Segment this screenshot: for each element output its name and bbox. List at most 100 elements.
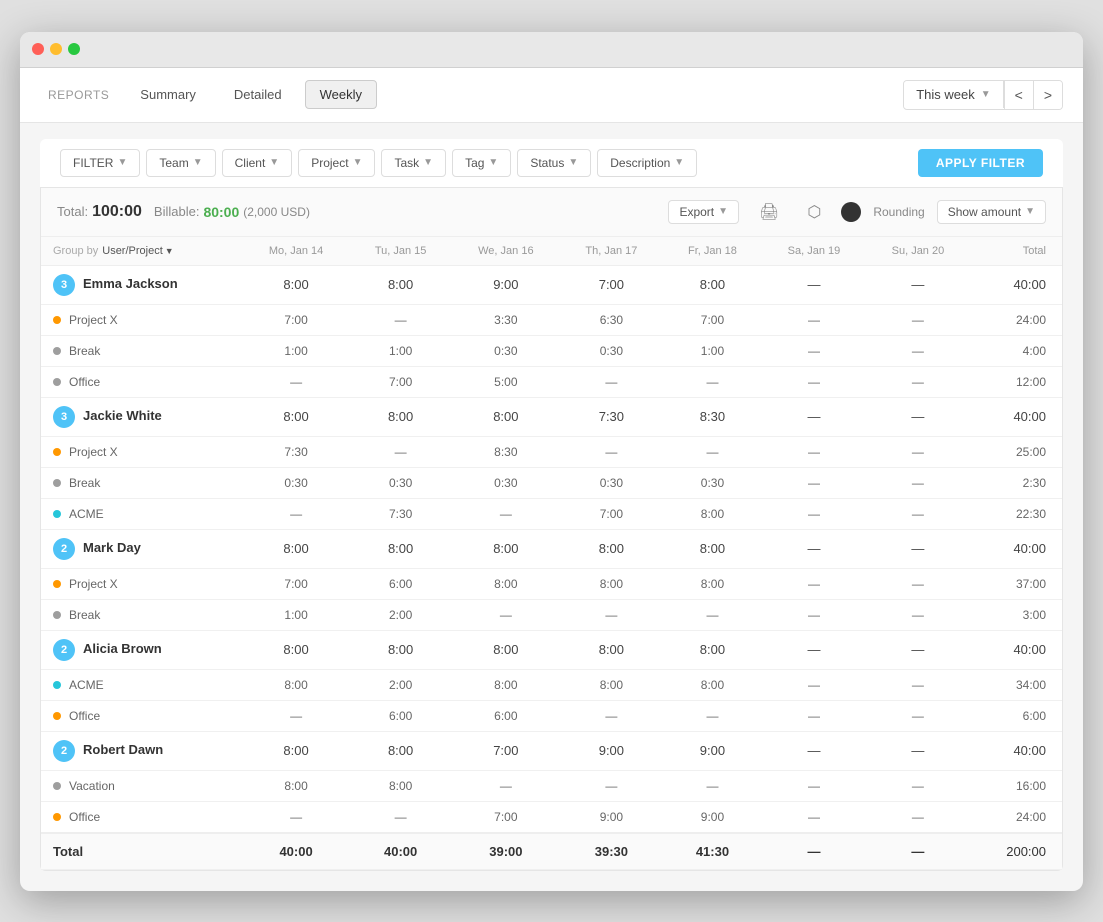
project-name-cell: Project X bbox=[41, 304, 243, 335]
table-row: ACME8:002:008:008:008:00——34:00 bbox=[41, 669, 1062, 700]
week-selector: This week ▼ < > bbox=[903, 80, 1063, 110]
table-cell: 8:00 bbox=[243, 397, 349, 436]
table-cell: — bbox=[762, 304, 866, 335]
table-cell-total: 16:00 bbox=[970, 770, 1062, 801]
table-cell: 0:30 bbox=[452, 467, 560, 498]
tab-weekly[interactable]: Weekly bbox=[305, 80, 377, 109]
table-cell: — bbox=[349, 801, 452, 833]
table-cell: — bbox=[866, 335, 970, 366]
table-cell: — bbox=[866, 529, 970, 568]
table-cell-total: 34:00 bbox=[970, 669, 1062, 700]
table-cell: — bbox=[762, 498, 866, 529]
table-cell: 1:00 bbox=[243, 599, 349, 630]
project-name-cell: Vacation bbox=[41, 770, 243, 801]
table-cell: — bbox=[349, 436, 452, 467]
table-cell: — bbox=[560, 770, 663, 801]
summary-actions: Export ▼ 🖨 ⬡ Rounding Show amount ▼ bbox=[668, 198, 1046, 226]
chevron-down-icon: ▼ bbox=[1025, 206, 1035, 217]
filter-tag-button[interactable]: Tag ▼ bbox=[452, 149, 511, 177]
table-cell: — bbox=[762, 467, 866, 498]
week-next-button[interactable]: > bbox=[1033, 81, 1062, 109]
table-cell: 0:30 bbox=[663, 467, 762, 498]
table-cell: — bbox=[866, 731, 970, 770]
table-cell-total: 40:00 bbox=[970, 397, 1062, 436]
table-cell: — bbox=[866, 801, 970, 833]
filter-status-button[interactable]: Status ▼ bbox=[517, 149, 591, 177]
chevron-down-icon: ▼ bbox=[117, 157, 127, 168]
table-row: Project X7:00—3:306:307:00——24:00 bbox=[41, 304, 1062, 335]
user-name: Alicia Brown bbox=[83, 641, 162, 656]
table-cell: 7:00 bbox=[663, 304, 762, 335]
table-cell: 8:00 bbox=[349, 529, 452, 568]
table-cell: 8:00 bbox=[452, 669, 560, 700]
table-cell: — bbox=[762, 366, 866, 397]
project-dot bbox=[53, 510, 61, 518]
table-cell: — bbox=[762, 265, 866, 304]
table-cell: 8:00 bbox=[452, 568, 560, 599]
close-dot bbox=[32, 43, 44, 55]
table-cell: 7:00 bbox=[243, 568, 349, 599]
user-badge: 2 bbox=[53, 538, 75, 560]
table-row: Break1:001:000:300:301:00——4:00 bbox=[41, 335, 1062, 366]
table-cell: 7:00 bbox=[349, 366, 452, 397]
apply-filter-button[interactable]: APPLY FILTER bbox=[918, 149, 1043, 177]
table-cell: — bbox=[866, 599, 970, 630]
summary-bar: Total: 100:00 Billable: 80:00 (2,000 USD… bbox=[41, 188, 1062, 237]
project-name: Project X bbox=[69, 445, 118, 459]
table-cell: — bbox=[866, 669, 970, 700]
show-amount-button[interactable]: Show amount ▼ bbox=[937, 200, 1046, 224]
table-cell: 7:30 bbox=[349, 498, 452, 529]
project-name: Break bbox=[69, 476, 100, 490]
chevron-down-icon: ▼ bbox=[269, 157, 279, 168]
table-cell: — bbox=[663, 599, 762, 630]
table-cell: 8:00 bbox=[663, 568, 762, 599]
table-cell: — bbox=[866, 366, 970, 397]
table-cell: — bbox=[866, 304, 970, 335]
table-cell: — bbox=[866, 498, 970, 529]
table-cell: — bbox=[452, 498, 560, 529]
billable-label: Billable: bbox=[154, 204, 200, 219]
toolbar-right: This week ▼ < > bbox=[903, 80, 1063, 110]
total-day-cell: 41:30 bbox=[663, 833, 762, 870]
reports-label: REPORTS bbox=[40, 82, 117, 108]
filter-task-button[interactable]: Task ▼ bbox=[381, 149, 446, 177]
week-prev-button[interactable]: < bbox=[1004, 81, 1033, 109]
table-cell: 8:00 bbox=[663, 529, 762, 568]
filter-team-button[interactable]: Team ▼ bbox=[146, 149, 215, 177]
total-day-cell: — bbox=[866, 833, 970, 870]
table-cell: 2:00 bbox=[349, 599, 452, 630]
project-dot bbox=[53, 813, 61, 821]
table-cell: — bbox=[452, 599, 560, 630]
table-cell: 8:30 bbox=[663, 397, 762, 436]
table-cell: 6:30 bbox=[560, 304, 663, 335]
export-button[interactable]: Export ▼ bbox=[668, 200, 739, 224]
table-cell-total: 12:00 bbox=[970, 366, 1062, 397]
table-row: 2Robert Dawn8:008:007:009:009:00——40:00 bbox=[41, 731, 1062, 770]
table-cell-total: 40:00 bbox=[970, 731, 1062, 770]
table-cell: 8:00 bbox=[243, 265, 349, 304]
app-window: REPORTS Summary Detailed Weekly This wee… bbox=[20, 32, 1083, 891]
circle-icon bbox=[841, 202, 861, 222]
user-badge: 3 bbox=[53, 406, 75, 428]
table-cell: 8:00 bbox=[663, 265, 762, 304]
table-cell: 1:00 bbox=[243, 335, 349, 366]
project-name: Office bbox=[69, 375, 100, 389]
table-cell: 9:00 bbox=[663, 801, 762, 833]
tab-detailed[interactable]: Detailed bbox=[219, 80, 297, 109]
group-selector[interactable]: User/Project ▼ bbox=[102, 245, 173, 257]
table-cell: 8:00 bbox=[452, 397, 560, 436]
filter-client-button[interactable]: Client ▼ bbox=[222, 149, 293, 177]
project-name-cell: Project X bbox=[41, 568, 243, 599]
tab-summary[interactable]: Summary bbox=[125, 80, 211, 109]
filter-project-button[interactable]: Project ▼ bbox=[298, 149, 375, 177]
project-dot bbox=[53, 448, 61, 456]
table-cell: — bbox=[866, 436, 970, 467]
print-button[interactable]: 🖨 bbox=[751, 198, 787, 226]
table-cell: 9:00 bbox=[452, 265, 560, 304]
filter-main-button[interactable]: FILTER ▼ bbox=[60, 149, 140, 177]
table-cell-total: 3:00 bbox=[970, 599, 1062, 630]
table-cell: 7:30 bbox=[243, 436, 349, 467]
user-name: Emma Jackson bbox=[83, 276, 178, 291]
share-button[interactable]: ⬡ bbox=[799, 198, 829, 226]
filter-description-button[interactable]: Description ▼ bbox=[597, 149, 697, 177]
